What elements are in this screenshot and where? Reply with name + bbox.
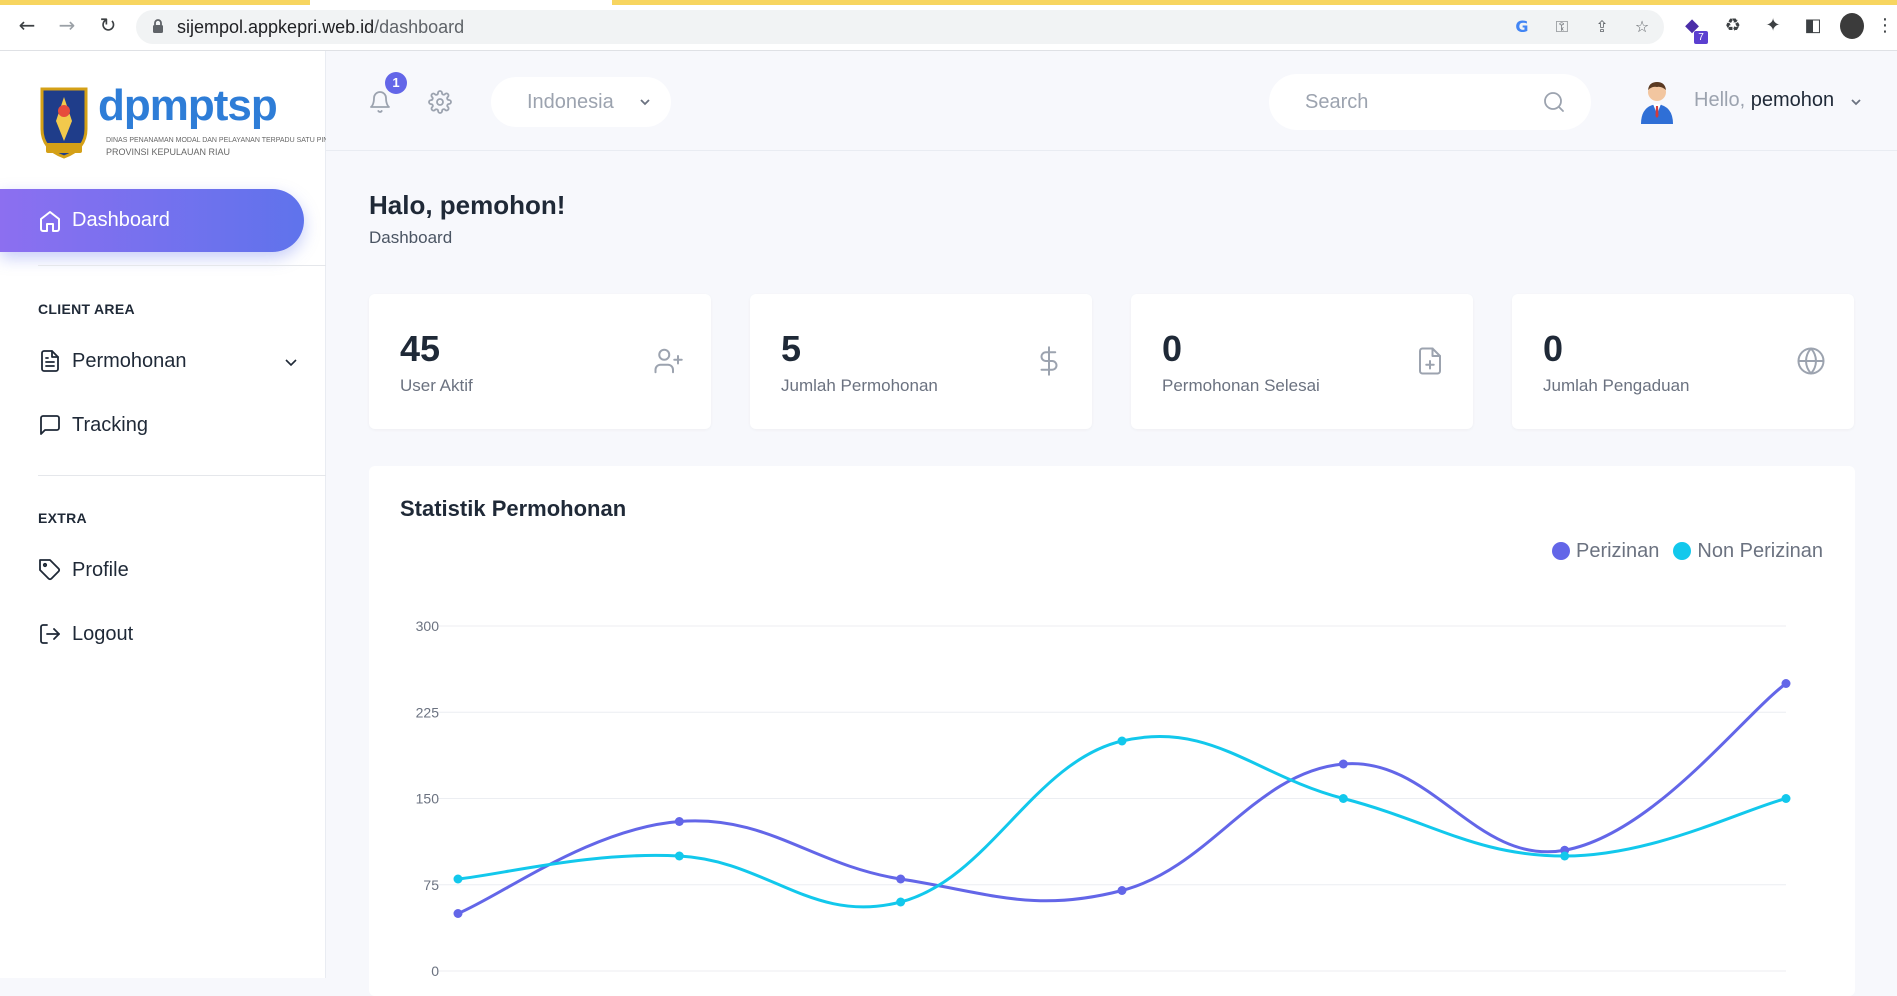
stat-value: 5 (781, 328, 802, 369)
data-point[interactable] (674, 817, 684, 826)
sidebar-item-label: Permohonan (72, 350, 187, 372)
bell-icon[interactable] (368, 89, 392, 115)
y-tick-label: 150 (416, 791, 440, 807)
sidebar-item-label: Dashboard (72, 209, 170, 231)
profile-avatar-icon[interactable] (1840, 13, 1864, 39)
stat-card-permohonan-selesai: 0 Permohonan Selesai (1131, 294, 1473, 429)
message-square-icon (40, 415, 60, 435)
notification-badge: 1 (385, 72, 407, 94)
stat-card-jumlah-permohonan: 5 Jumlah Permohonan (750, 294, 1092, 429)
sidebar-item-dashboard[interactable]: Dashboard (0, 189, 304, 252)
stat-value: 45 (400, 328, 441, 369)
sidebar-item-label: Profile (72, 559, 129, 581)
stat-card-user-aktif: 45 User Aktif (369, 294, 711, 429)
stat-label: User Aktif (400, 376, 473, 395)
chevron-down-icon (640, 99, 650, 106)
google-icon[interactable]: G (1512, 17, 1532, 37)
data-point[interactable] (1117, 886, 1127, 895)
gear-icon[interactable] (428, 90, 452, 114)
file-plus-icon (1419, 347, 1441, 375)
y-tick-label: 300 (416, 618, 440, 634)
search-input[interactable] (1305, 88, 1525, 116)
log-out-icon (40, 624, 60, 644)
sidebar-item-tracking[interactable]: Tracking (38, 409, 298, 441)
tab-strip (612, 0, 1897, 5)
sidebar-item-label: Logout (72, 623, 134, 645)
tag-icon (39, 559, 61, 581)
stat-label: Jumlah Pengaduan (1543, 376, 1690, 395)
data-point[interactable] (674, 851, 684, 861)
emblem-icon (40, 87, 88, 159)
data-point[interactable] (1781, 794, 1791, 803)
data-point[interactable] (1117, 736, 1127, 746)
extension-badge: 7 (1694, 31, 1708, 44)
divider (38, 265, 326, 266)
top-header: 1 Indonesia Hello, pemohon (326, 51, 1897, 151)
data-point[interactable] (896, 874, 906, 884)
globe-icon (1797, 347, 1825, 375)
stat-label: Jumlah Permohonan (781, 376, 938, 395)
user-plus-icon (654, 348, 683, 374)
logo[interactable]: dpmptsp DINAS PENANAMAN MODAL DAN PELAYA… (36, 81, 338, 161)
address-bar[interactable]: sijempol.appkepri.web.id/dashboard G ⚿ ⇪… (136, 10, 1664, 44)
lock-icon (153, 19, 163, 33)
sidebar-item-label: Tracking (72, 414, 148, 436)
dollar-sign-icon (1040, 346, 1058, 376)
chart-card: Statistik Permohonan Perizinan Non Periz… (369, 466, 1855, 996)
user-greeting[interactable]: Hello, pemohon (1694, 89, 1834, 112)
y-tick-label: 225 (416, 704, 440, 720)
tab-strip (0, 0, 310, 5)
country-select[interactable]: Indonesia (491, 77, 671, 127)
recycle-icon[interactable]: ♻ (1721, 14, 1745, 38)
data-point[interactable] (1781, 679, 1791, 688)
file-text-icon (41, 350, 59, 372)
search-icon[interactable] (1542, 90, 1566, 114)
back-icon[interactable]: ← (14, 12, 40, 38)
share-icon[interactable]: ⇪ (1592, 17, 1612, 37)
browser-toolbar: ← → ↻ sijempol.appkepri.web.id/dashboard… (0, 0, 1897, 51)
more-icon[interactable]: ⋮ (1873, 14, 1897, 38)
logo-subtitle: DINAS PENANAMAN MODAL DAN PELAYANAN TERP… (106, 137, 338, 144)
y-tick-label: 0 (431, 963, 439, 978)
puzzle-icon[interactable]: ✦ (1761, 14, 1785, 38)
sidebar-item-logout[interactable]: Logout (38, 618, 298, 650)
chevron-down-icon (285, 359, 297, 367)
star-icon[interactable]: ☆ (1632, 17, 1652, 37)
search-box (1269, 74, 1591, 130)
data-point[interactable] (1560, 851, 1570, 861)
sidebar-item-permohonan[interactable]: Permohonan (38, 345, 298, 377)
country-label: Indonesia (527, 91, 614, 113)
data-point[interactable] (896, 897, 906, 907)
side-panel-icon[interactable]: ◧ (1801, 14, 1825, 38)
stat-value: 0 (1162, 328, 1183, 369)
home-icon (40, 211, 60, 232)
sidebar: dpmptsp DINAS PENANAMAN MODAL DAN PELAYA… (0, 51, 338, 978)
divider (38, 475, 326, 476)
reload-icon[interactable]: ↻ (95, 12, 121, 38)
page-title: Halo, pemohon! (369, 190, 566, 220)
data-point[interactable] (1338, 759, 1348, 769)
forward-icon[interactable]: → (54, 12, 80, 38)
url-text: sijempol.appkepri.web.id/dashboard (177, 17, 465, 37)
stat-label: Permohonan Selesai (1162, 376, 1320, 395)
avatar[interactable] (1637, 80, 1677, 124)
section-title: EXTRA (38, 510, 87, 526)
stat-value: 0 (1543, 328, 1564, 369)
key-icon[interactable]: ⚿ (1552, 17, 1572, 37)
breadcrumb[interactable]: Dashboard (369, 228, 452, 248)
line-chart: 0 75 150 225 300 (416, 618, 1791, 978)
y-tick-label: 75 (423, 877, 439, 893)
chevron-down-icon[interactable] (1850, 96, 1862, 108)
data-point[interactable] (453, 909, 463, 918)
logo-text: dpmptsp (98, 81, 278, 130)
section-title: CLIENT AREA (38, 301, 135, 317)
stat-card-jumlah-pengaduan: 0 Jumlah Pengaduan (1512, 294, 1854, 429)
series-line-1 (457, 735, 1787, 909)
logo-subtitle: PROVINSI KEPULAUAN RIAU (106, 147, 231, 157)
data-point[interactable] (453, 874, 463, 884)
sidebar-item-profile[interactable]: Profile (38, 554, 298, 586)
data-point[interactable] (1338, 794, 1348, 803)
